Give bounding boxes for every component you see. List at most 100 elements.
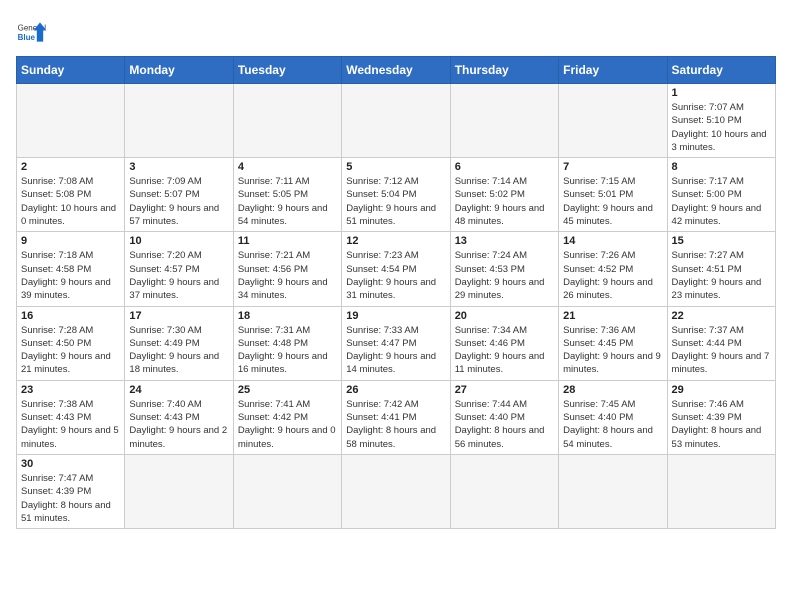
calendar-cell: 7Sunrise: 7:15 AM Sunset: 5:01 PM Daylig…	[559, 158, 667, 232]
calendar-cell	[559, 454, 667, 528]
day-number: 18	[238, 310, 337, 322]
column-header-monday: Monday	[125, 57, 233, 84]
day-number: 21	[563, 310, 662, 322]
day-info: Sunrise: 7:45 AM Sunset: 4:40 PM Dayligh…	[563, 398, 662, 451]
day-number: 22	[672, 310, 771, 322]
calendar-cell	[17, 84, 125, 158]
day-info: Sunrise: 7:24 AM Sunset: 4:53 PM Dayligh…	[455, 249, 554, 302]
calendar-cell: 22Sunrise: 7:37 AM Sunset: 4:44 PM Dayli…	[667, 306, 775, 380]
day-number: 28	[563, 384, 662, 396]
calendar-cell: 24 Sunrise: 7:40 AM Sunset: 4:43 PM Dayli…	[125, 380, 233, 454]
day-number: 8	[672, 161, 771, 173]
calendar-cell: 10 Sunrise: 7:20 AM Sunset: 4:57 PM Dayli…	[125, 232, 233, 306]
day-info: Sunrise: 7:34 AM Sunset: 4:46 PM Dayligh…	[455, 324, 554, 377]
day-number: 13	[455, 235, 554, 247]
calendar-cell	[342, 454, 450, 528]
calendar-cell: 27Sunrise: 7:44 AM Sunset: 4:40 PM Dayli…	[450, 380, 558, 454]
calendar-week-row: 9Sunrise: 7:18 AM Sunset: 4:58 PM Daylig…	[17, 232, 776, 306]
calendar-cell: 23Sunrise: 7:38 AM Sunset: 4:43 PM Dayli…	[17, 380, 125, 454]
day-number: 14	[563, 235, 662, 247]
day-info: Sunrise: 7:08 AM Sunset: 5:08 PM Dayligh…	[21, 175, 120, 228]
column-header-friday: Friday	[559, 57, 667, 84]
day-info: Sunrise: 7:46 AM Sunset: 4:39 PM Dayligh…	[672, 398, 771, 451]
calendar-cell: 4 Sunrise: 7:11 AM Sunset: 5:05 PM Daylig…	[233, 158, 341, 232]
day-info: Sunrise: 7:20 AM Sunset: 4:57 PM Dayligh…	[129, 249, 228, 302]
day-number: 20	[455, 310, 554, 322]
day-number: 26	[346, 384, 445, 396]
calendar-week-row: 2Sunrise: 7:08 AM Sunset: 5:08 PM Daylig…	[17, 158, 776, 232]
calendar-cell: 19Sunrise: 7:33 AM Sunset: 4:47 PM Dayli…	[342, 306, 450, 380]
header: General Blue	[16, 16, 776, 48]
calendar-cell	[667, 454, 775, 528]
day-info: Sunrise: 7:09 AM Sunset: 5:07 PM Dayligh…	[129, 175, 228, 228]
calendar-cell	[559, 84, 667, 158]
column-header-thursday: Thursday	[450, 57, 558, 84]
day-number: 24	[129, 384, 228, 396]
calendar-week-row: 1 Sunrise: 7:07 AM Sunset: 5:10 PM Daylig…	[17, 84, 776, 158]
calendar-cell	[125, 454, 233, 528]
day-info: Sunrise: 7:28 AM Sunset: 4:50 PM Dayligh…	[21, 324, 120, 377]
calendar-cell: 14 Sunrise: 7:26 AM Sunset: 4:52 PM Dayli…	[559, 232, 667, 306]
day-number: 25	[238, 384, 337, 396]
calendar-cell: 29 Sunrise: 7:46 AM Sunset: 4:39 PM Dayli…	[667, 380, 775, 454]
column-header-sunday: Sunday	[17, 57, 125, 84]
day-number: 19	[346, 310, 445, 322]
calendar-cell: 2Sunrise: 7:08 AM Sunset: 5:08 PM Daylig…	[17, 158, 125, 232]
day-info: Sunrise: 7:11 AM Sunset: 5:05 PM Dayligh…	[238, 175, 337, 228]
calendar-cell	[125, 84, 233, 158]
day-number: 11	[238, 235, 337, 247]
day-info: Sunrise: 7:18 AM Sunset: 4:58 PM Dayligh…	[21, 249, 120, 302]
day-number: 10	[129, 235, 228, 247]
day-number: 5	[346, 161, 445, 173]
calendar-cell: 26 Sunrise: 7:42 AM Sunset: 4:41 PM Dayli…	[342, 380, 450, 454]
day-info: Sunrise: 7:42 AM Sunset: 4:41 PM Dayligh…	[346, 398, 445, 451]
day-info: Sunrise: 7:41 AM Sunset: 4:42 PM Dayligh…	[238, 398, 337, 451]
calendar-cell: 13 Sunrise: 7:24 AM Sunset: 4:53 PM Dayli…	[450, 232, 558, 306]
day-info: Sunrise: 7:23 AM Sunset: 4:54 PM Dayligh…	[346, 249, 445, 302]
calendar-week-row: 16 Sunrise: 7:28 AM Sunset: 4:50 PM Dayli…	[17, 306, 776, 380]
day-info: Sunrise: 7:14 AM Sunset: 5:02 PM Dayligh…	[455, 175, 554, 228]
day-number: 29	[672, 384, 771, 396]
day-number: 1	[672, 87, 771, 99]
calendar-header-row: SundayMondayTuesdayWednesdayThursdayFrid…	[17, 57, 776, 84]
day-number: 4	[238, 161, 337, 173]
calendar-table: SundayMondayTuesdayWednesdayThursdayFrid…	[16, 56, 776, 529]
calendar-cell: 28 Sunrise: 7:45 AM Sunset: 4:40 PM Dayli…	[559, 380, 667, 454]
column-header-wednesday: Wednesday	[342, 57, 450, 84]
calendar-cell: 25 Sunrise: 7:41 AM Sunset: 4:42 PM Dayli…	[233, 380, 341, 454]
generalblue-logo-icon: General Blue	[16, 16, 48, 48]
day-number: 3	[129, 161, 228, 173]
day-info: Sunrise: 7:27 AM Sunset: 4:51 PM Dayligh…	[672, 249, 771, 302]
day-info: Sunrise: 7:36 AM Sunset: 4:45 PM Dayligh…	[563, 324, 662, 377]
day-info: Sunrise: 7:07 AM Sunset: 5:10 PM Dayligh…	[672, 101, 771, 154]
calendar-week-row: 23Sunrise: 7:38 AM Sunset: 4:43 PM Dayli…	[17, 380, 776, 454]
calendar-cell: 3 Sunrise: 7:09 AM Sunset: 5:07 PM Daylig…	[125, 158, 233, 232]
day-number: 16	[21, 310, 120, 322]
day-number: 30	[21, 458, 120, 470]
calendar-cell: 20 Sunrise: 7:34 AM Sunset: 4:46 PM Dayli…	[450, 306, 558, 380]
day-number: 17	[129, 310, 228, 322]
day-number: 27	[455, 384, 554, 396]
day-info: Sunrise: 7:30 AM Sunset: 4:49 PM Dayligh…	[129, 324, 228, 377]
calendar-week-row: 30 Sunrise: 7:47 AM Sunset: 4:39 PM Dayli…	[17, 454, 776, 528]
calendar-cell: 18 Sunrise: 7:31 AM Sunset: 4:48 PM Dayli…	[233, 306, 341, 380]
day-info: Sunrise: 7:26 AM Sunset: 4:52 PM Dayligh…	[563, 249, 662, 302]
day-number: 7	[563, 161, 662, 173]
column-header-saturday: Saturday	[667, 57, 775, 84]
day-info: Sunrise: 7:47 AM Sunset: 4:39 PM Dayligh…	[21, 472, 120, 525]
day-info: Sunrise: 7:12 AM Sunset: 5:04 PM Dayligh…	[346, 175, 445, 228]
calendar-cell: 16 Sunrise: 7:28 AM Sunset: 4:50 PM Dayli…	[17, 306, 125, 380]
calendar-cell: 9Sunrise: 7:18 AM Sunset: 4:58 PM Daylig…	[17, 232, 125, 306]
day-info: Sunrise: 7:17 AM Sunset: 5:00 PM Dayligh…	[672, 175, 771, 228]
column-header-tuesday: Tuesday	[233, 57, 341, 84]
day-number: 23	[21, 384, 120, 396]
calendar-cell: 12Sunrise: 7:23 AM Sunset: 4:54 PM Dayli…	[342, 232, 450, 306]
day-number: 6	[455, 161, 554, 173]
calendar-cell	[342, 84, 450, 158]
calendar-cell: 11Sunrise: 7:21 AM Sunset: 4:56 PM Dayli…	[233, 232, 341, 306]
logo: General Blue	[16, 16, 48, 48]
calendar-cell	[233, 84, 341, 158]
day-info: Sunrise: 7:31 AM Sunset: 4:48 PM Dayligh…	[238, 324, 337, 377]
calendar-cell: 17 Sunrise: 7:30 AM Sunset: 4:49 PM Dayli…	[125, 306, 233, 380]
day-info: Sunrise: 7:40 AM Sunset: 4:43 PM Dayligh…	[129, 398, 228, 451]
